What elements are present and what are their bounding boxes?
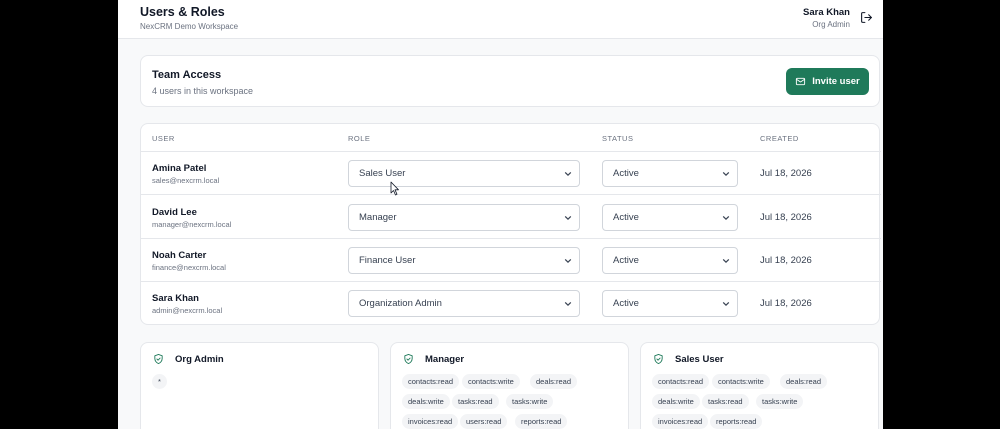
user-email: sales@nexcrm.local xyxy=(152,176,220,185)
role-select[interactable]: Organization Admin xyxy=(348,290,580,317)
created-date: Jul 18, 2026 xyxy=(760,255,812,266)
current-user-role: Org Admin xyxy=(812,20,850,29)
user-name: Noah Carter xyxy=(152,250,207,261)
status-select[interactable]: Active xyxy=(602,290,738,317)
role-card-sales-user: Sales User contacts:read contacts:write … xyxy=(640,342,879,429)
permission-chip: deals:read xyxy=(780,374,828,389)
status-select[interactable]: Active xyxy=(602,160,738,187)
user-name: Sara Khan xyxy=(152,293,199,304)
role-select[interactable]: Manager xyxy=(348,204,580,231)
role-card-title: Org Admin xyxy=(175,354,224,365)
shield-check-icon xyxy=(404,353,413,365)
user-name: Amina Patel xyxy=(152,163,207,174)
role-card-org-admin: Org Admin * xyxy=(140,342,379,429)
logout-icon[interactable] xyxy=(860,11,873,24)
role-select-value: Manager xyxy=(359,212,397,223)
table-row: David Lee manager@nexcrm.local Manager A… xyxy=(141,196,881,239)
permission-chip: users:read xyxy=(460,414,508,429)
user-email: manager@nexcrm.local xyxy=(152,220,232,229)
role-select[interactable]: Finance User xyxy=(348,247,580,274)
column-header-role: ROLE xyxy=(348,134,371,143)
permission-chip: tasks:write xyxy=(756,394,804,409)
workspace-name: NexCRM Demo Workspace xyxy=(140,22,239,31)
permission-chip: invoices:read xyxy=(652,414,709,429)
team-access-card: Team Access 4 users in this workspace In… xyxy=(140,55,880,107)
status-select[interactable]: Active xyxy=(602,247,738,274)
role-select[interactable]: Sales User xyxy=(348,160,580,187)
invite-user-label: Invite user xyxy=(812,76,860,87)
permission-chip: deals:write xyxy=(652,394,700,409)
mail-icon xyxy=(796,77,806,86)
role-select-value: Sales User xyxy=(359,168,406,179)
permission-chip: invoices:read xyxy=(402,414,459,429)
page-title: Users & Roles xyxy=(140,5,225,19)
permission-chip: contacts:write xyxy=(712,374,770,389)
created-date: Jul 18, 2026 xyxy=(760,298,812,309)
role-card-manager: Manager contacts:read contacts:write dea… xyxy=(390,342,629,429)
chevron-down-icon xyxy=(722,215,730,221)
shield-check-icon xyxy=(654,353,663,365)
chevron-down-icon xyxy=(564,301,572,307)
status-select-value: Active xyxy=(613,255,639,266)
team-user-count: 4 users in this workspace xyxy=(152,86,254,96)
permission-chip: * xyxy=(152,374,167,389)
team-access-title: Team Access xyxy=(152,69,222,81)
permission-chip: contacts:write xyxy=(462,374,520,389)
chevron-down-icon xyxy=(564,215,572,221)
created-date: Jul 18, 2026 xyxy=(760,212,812,223)
top-bar: Users & Roles NexCRM Demo Workspace Sara… xyxy=(118,0,883,39)
chevron-down-icon xyxy=(722,258,730,264)
app-window: Users & Roles NexCRM Demo Workspace Sara… xyxy=(118,0,883,429)
role-select-value: Organization Admin xyxy=(359,298,442,309)
role-card-title: Sales User xyxy=(675,354,724,365)
permission-chip: reports:read xyxy=(515,414,568,429)
user-email: admin@nexcrm.local xyxy=(152,306,223,315)
permission-chip: deals:read xyxy=(530,374,578,389)
permission-chip: tasks:read xyxy=(452,394,499,409)
user-name: David Lee xyxy=(152,207,197,218)
invite-user-button[interactable]: Invite user xyxy=(786,68,869,95)
permission-chip: deals:write xyxy=(402,394,450,409)
status-select-value: Active xyxy=(613,298,639,309)
status-select-value: Active xyxy=(613,168,639,179)
chevron-down-icon xyxy=(722,171,730,177)
table-row: Sara Khan admin@nexcrm.local Organizatio… xyxy=(141,282,881,325)
permission-chip: contacts:read xyxy=(652,374,710,389)
permission-chip: tasks:write xyxy=(506,394,554,409)
row-divider xyxy=(141,194,881,195)
table-row: Noah Carter finance@nexcrm.local Finance… xyxy=(141,239,881,282)
table-row: Amina Patel sales@nexcrm.local Sales Use… xyxy=(141,152,881,195)
role-select-value: Finance User xyxy=(359,255,416,266)
permission-chip: reports:read xyxy=(710,414,763,429)
permission-chip: contacts:read xyxy=(402,374,460,389)
chevron-down-icon xyxy=(564,258,572,264)
role-card-title: Manager xyxy=(425,354,465,365)
shield-check-icon xyxy=(154,353,163,365)
user-email: finance@nexcrm.local xyxy=(152,263,226,272)
current-user-name: Sara Khan xyxy=(803,7,850,18)
mouse-cursor-icon xyxy=(390,181,399,196)
chevron-down-icon xyxy=(564,171,572,177)
column-header-created: CREATED xyxy=(760,134,799,143)
created-date: Jul 18, 2026 xyxy=(760,168,812,179)
permission-chip: tasks:read xyxy=(702,394,749,409)
status-select[interactable]: Active xyxy=(602,204,738,231)
column-header-status: STATUS xyxy=(602,134,634,143)
chevron-down-icon xyxy=(722,301,730,307)
users-table: USER ROLE STATUS CREATED Amina Patel sal… xyxy=(140,123,881,325)
column-header-user: USER xyxy=(152,134,175,143)
status-select-value: Active xyxy=(613,212,639,223)
